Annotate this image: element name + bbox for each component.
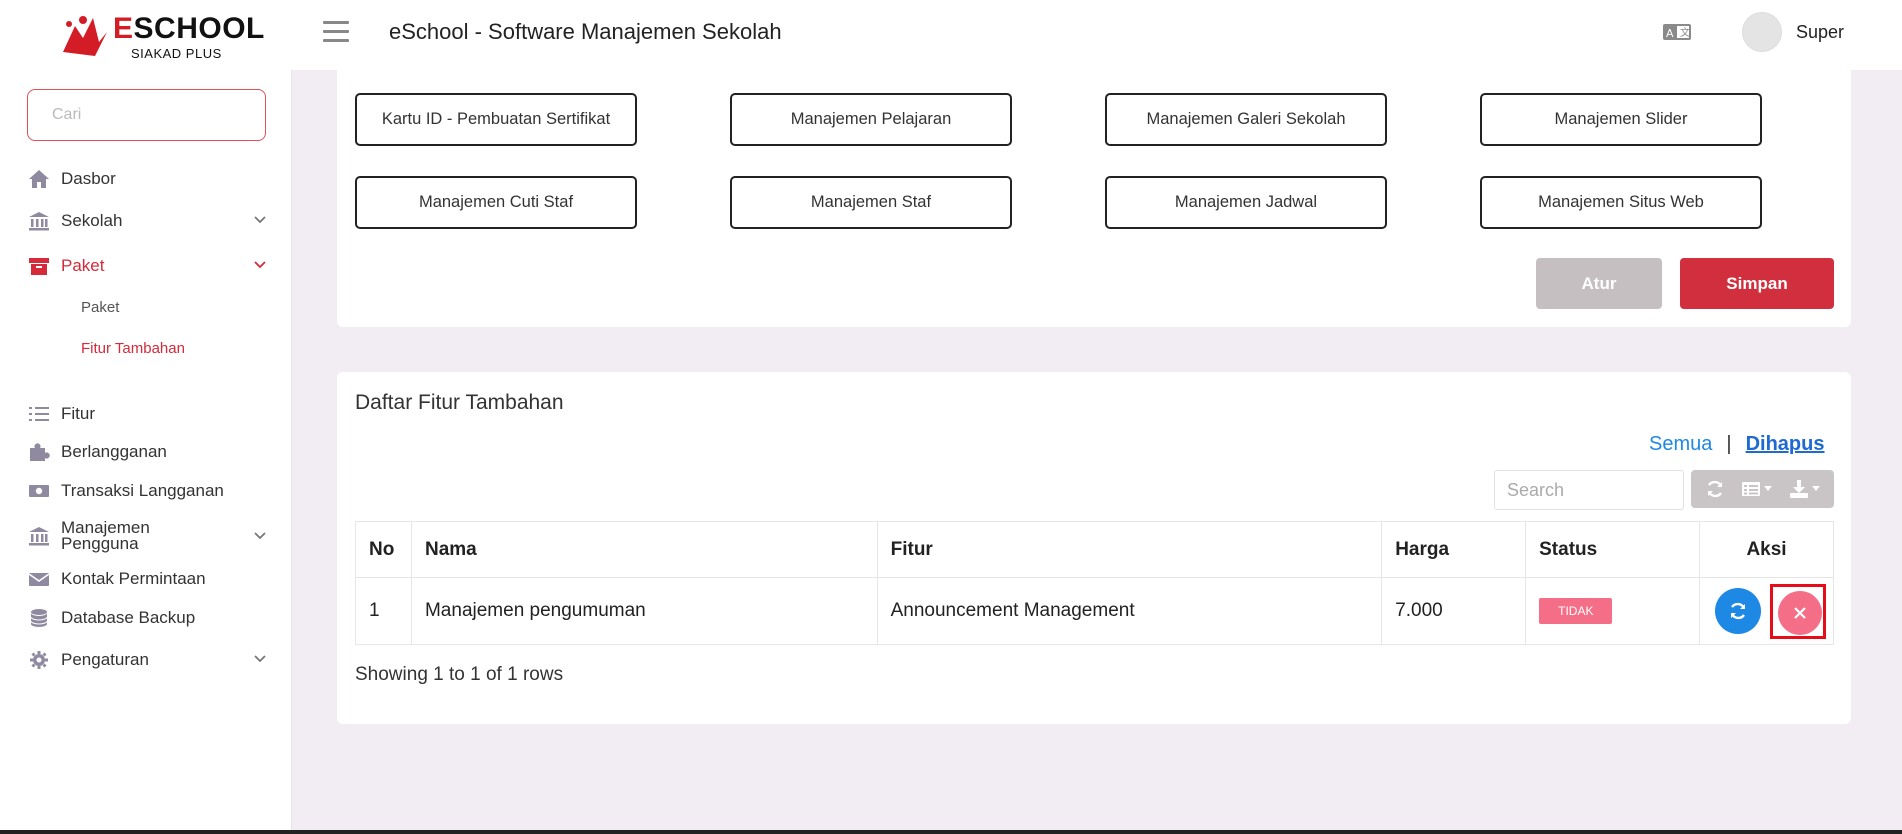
puzzle-icon: [27, 441, 51, 463]
sidebar-item-sekolah[interactable]: Sekolah: [27, 207, 267, 235]
table-row: 1 Manajemen pengumuman Announcement Mana…: [355, 577, 1834, 645]
sidebar-item-transaksi-langganan[interactable]: Transaksi Langganan: [27, 477, 267, 505]
caret-down-icon: [1764, 486, 1773, 491]
simpan-button[interactable]: Simpan: [1680, 258, 1834, 309]
mail-icon: [27, 568, 51, 590]
table-search-input[interactable]: [1494, 470, 1684, 510]
filter-separator: |: [1726, 433, 1732, 455]
chevron-down-icon: [254, 532, 266, 540]
bottom-edge: [0, 830, 1902, 834]
cell-status: TIDAK: [1525, 577, 1701, 645]
sidebar-search-input[interactable]: [27, 89, 266, 141]
cell-aksi: [1699, 577, 1834, 645]
sidebar-subitem-fitur-tambahan[interactable]: Fitur Tambahan: [81, 340, 185, 357]
columns-toggle-button[interactable]: [1741, 480, 1773, 498]
refresh-icon: [1730, 602, 1746, 620]
sidebar-subitem-paket[interactable]: Paket: [81, 299, 119, 316]
columns-icon: [1742, 482, 1761, 496]
restore-button[interactable]: [1715, 588, 1762, 634]
sidebar-item-label: Manajemen Pengguna: [61, 518, 150, 553]
feature-button[interactable]: Manajemen Staf: [730, 176, 1012, 229]
svg-text:A: A: [1666, 27, 1674, 40]
column-header-fitur[interactable]: Fitur: [876, 521, 1383, 578]
user-name[interactable]: Super: [1796, 22, 1844, 43]
database-icon: [27, 607, 51, 629]
top-header: ESCHOOL SIAKAD PLUS eSchool - Software M…: [0, 0, 1902, 70]
download-icon: [1789, 480, 1808, 498]
feature-button[interactable]: Manajemen Cuti Staf: [355, 176, 637, 229]
sidebar-item-fitur[interactable]: Fitur: [27, 400, 267, 428]
menu-toggle-icon[interactable]: [323, 21, 349, 43]
column-header-no[interactable]: No: [355, 521, 412, 578]
money-icon: [27, 480, 51, 502]
sidebar-item-label: Paket: [61, 256, 105, 275]
atur-button[interactable]: Atur: [1536, 258, 1662, 309]
pagination-info: Showing 1 to 1 of 1 rows: [355, 664, 564, 685]
sidebar: Dasbor Sekolah Paket Paket Fitur Tambaha…: [0, 70, 292, 834]
svg-text:文: 文: [1680, 26, 1690, 39]
logo-mark-icon: [63, 16, 107, 56]
language-icon[interactable]: A 文: [1662, 22, 1692, 42]
sidebar-item-kontak-permintaan[interactable]: Kontak Permintaan: [27, 565, 267, 593]
cell-no: 1: [355, 577, 412, 645]
logo-text: ESCHOOL: [113, 12, 265, 45]
sidebar-item-label: Berlangganan: [61, 442, 167, 461]
feature-button[interactable]: Manajemen Galeri Sekolah: [1105, 93, 1387, 146]
filter-deleted-link[interactable]: Dihapus: [1746, 433, 1825, 456]
additional-features-table: No Nama Fitur Harga Status Aksi 1 Manaje…: [355, 521, 1834, 645]
feature-button[interactable]: Kartu ID - Pembuatan Sertifikat: [355, 93, 637, 146]
sidebar-item-manajemen-pengguna[interactable]: Manajemen Pengguna: [27, 516, 267, 556]
feature-button[interactable]: Manajemen Situs Web: [1480, 176, 1762, 229]
table-header-row: No Nama Fitur Harga Status Aksi: [355, 521, 1834, 578]
status-badge: TIDAK: [1539, 598, 1613, 624]
close-icon: [1794, 607, 1806, 619]
sidebar-item-label: Fitur: [61, 404, 95, 423]
list-filter: Semua | Dihapus: [1649, 433, 1824, 456]
sidebar-item-dasbor[interactable]: Dasbor: [27, 165, 267, 193]
chevron-down-icon: [254, 655, 266, 663]
app-title: eSchool - Software Manajemen Sekolah: [389, 19, 782, 44]
refresh-icon[interactable]: [1705, 479, 1725, 499]
cell-harga: 7.000: [1381, 577, 1527, 645]
row-actions: [1713, 584, 1827, 639]
bank-icon: [27, 210, 51, 232]
table-toolbar: [1691, 470, 1834, 508]
cell-fitur: Announcement Management: [876, 577, 1383, 645]
chevron-down-icon: [254, 261, 266, 269]
logo-subtitle: SIAKAD PLUS: [131, 46, 222, 61]
sidebar-item-label: Sekolah: [61, 211, 123, 230]
chevron-down-icon: [254, 216, 266, 224]
export-button[interactable]: [1789, 479, 1820, 499]
sidebar-item-paket[interactable]: Paket: [27, 252, 267, 280]
home-icon: [27, 168, 51, 190]
archive-icon: [27, 255, 51, 277]
sidebar-item-label: Transaksi Langganan: [61, 481, 224, 500]
cell-nama: Manajemen pengumuman: [410, 577, 878, 645]
permanent-delete-button[interactable]: [1778, 591, 1823, 635]
sidebar-item-label: Kontak Permintaan: [61, 569, 206, 588]
highlight-frame: [1770, 584, 1827, 639]
sidebar-item-label: Database Backup: [61, 608, 196, 627]
column-header-nama[interactable]: Nama: [410, 521, 878, 578]
sidebar-item-berlangganan[interactable]: Berlangganan: [27, 438, 267, 466]
feature-button[interactable]: Manajemen Pelajaran: [730, 93, 1012, 146]
feature-button[interactable]: Manajemen Jadwal: [1105, 176, 1387, 229]
column-header-status[interactable]: Status: [1525, 521, 1701, 578]
sidebar-item-database-backup[interactable]: Database Backup: [27, 604, 267, 632]
caret-down-icon: [1811, 486, 1820, 491]
gear-icon: [27, 649, 51, 671]
column-header-aksi: Aksi: [1699, 521, 1834, 578]
feature-button[interactable]: Manajemen Slider: [1480, 93, 1762, 146]
user-avatar[interactable]: [1742, 12, 1782, 52]
list-title: Daftar Fitur Tambahan: [355, 391, 564, 414]
sidebar-item-label: Pengaturan: [61, 650, 149, 669]
list-icon: [27, 403, 51, 425]
sidebar-item-pengaturan[interactable]: Pengaturan: [27, 646, 267, 674]
filter-all-link[interactable]: Semua: [1649, 433, 1712, 456]
column-header-harga[interactable]: Harga: [1381, 521, 1527, 578]
building-icon: [27, 525, 51, 547]
eschool-logo[interactable]: ESCHOOL SIAKAD PLUS: [55, 10, 264, 61]
sidebar-item-label: Dasbor: [61, 169, 116, 188]
